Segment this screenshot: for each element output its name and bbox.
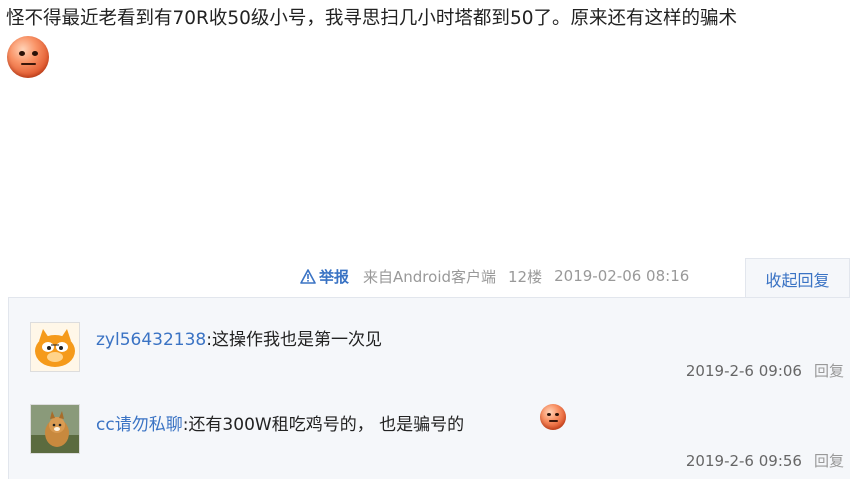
collapse-replies-button[interactable]: 收起回复 <box>745 258 850 298</box>
reply-content: cc请勿私聊:还有300W租吃鸡号的， 也是骗号的 <box>96 410 464 435</box>
emoji-face-icon <box>7 36 49 78</box>
avatar[interactable] <box>30 322 80 372</box>
reply-time: 2019-2-6 09:56 <box>685 452 802 470</box>
reply-button[interactable]: 回复 <box>814 452 844 470</box>
reply-button[interactable]: 回复 <box>814 362 844 380</box>
reply-meta: 2019-2-6 09:06 回复 <box>686 360 844 381</box>
reply-username[interactable]: cc请勿私聊 <box>96 415 183 435</box>
warning-icon <box>300 268 316 284</box>
avatar[interactable] <box>30 404 80 454</box>
reply-text: 这操作我也是第一次见 <box>211 330 382 350</box>
emoji-face-icon <box>540 404 566 430</box>
report-button[interactable]: 举报 <box>300 266 349 287</box>
reply-time: 2019-2-6 09:06 <box>685 362 802 380</box>
reply-username[interactable]: zyl56432138 <box>96 330 206 350</box>
report-label: 举报 <box>319 267 350 286</box>
reply-content: zyl56432138:这操作我也是第一次见 <box>96 325 382 350</box>
floor-number: 12楼 <box>508 267 543 286</box>
post-source: 来自Android客户端 <box>363 267 497 286</box>
reply-meta: 2019-2-6 09:56 回复 <box>686 450 844 471</box>
post-meta-bar: 举报 来自Android客户端 12楼 2019-02-06 08:16 <box>300 262 689 290</box>
reply-text: 还有300W租吃鸡号的， 也是骗号的 <box>188 415 465 435</box>
post-content: 怪不得最近老看到有70R收50级小号，我寻思扫几小时塔都到50了。原来还有这样的… <box>6 8 737 29</box>
post-datetime: 2019-02-06 08:16 <box>554 267 690 285</box>
